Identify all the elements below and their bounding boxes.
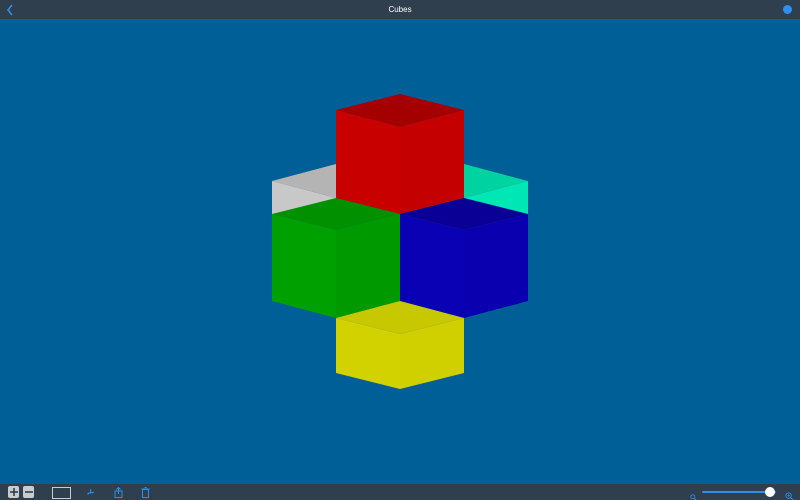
share-icon (114, 486, 122, 498)
trash-button[interactable] (140, 486, 150, 498)
cube-yellow[interactable] (336, 301, 464, 389)
cube-red[interactable] (336, 94, 464, 214)
trash-icon (141, 486, 149, 498)
fan-button[interactable] (85, 486, 95, 498)
zoom-in-icon (785, 488, 794, 500)
window-title: Cubes (388, 5, 412, 14)
globe-icon[interactable] (783, 5, 792, 14)
cube-canvas[interactable] (0, 19, 800, 484)
bottom-toolbar (0, 484, 800, 500)
fan-icon (86, 488, 94, 495)
share-button[interactable] (113, 486, 123, 498)
color-swatch-icon[interactable] (52, 487, 71, 499)
remove-cube-button[interactable] (23, 486, 34, 498)
zoom-out-icon (690, 488, 697, 500)
cube-blue[interactable] (400, 198, 528, 318)
chevron-left-icon (6, 4, 13, 15)
back-button[interactable] (5, 3, 15, 16)
minus-icon (24, 491, 33, 493)
add-cube-button[interactable] (8, 486, 19, 498)
cube-scene[interactable] (0, 19, 800, 484)
plus-icon (9, 488, 18, 496)
cube-green[interactable] (272, 198, 400, 318)
title-bar: Cubes (0, 0, 800, 19)
